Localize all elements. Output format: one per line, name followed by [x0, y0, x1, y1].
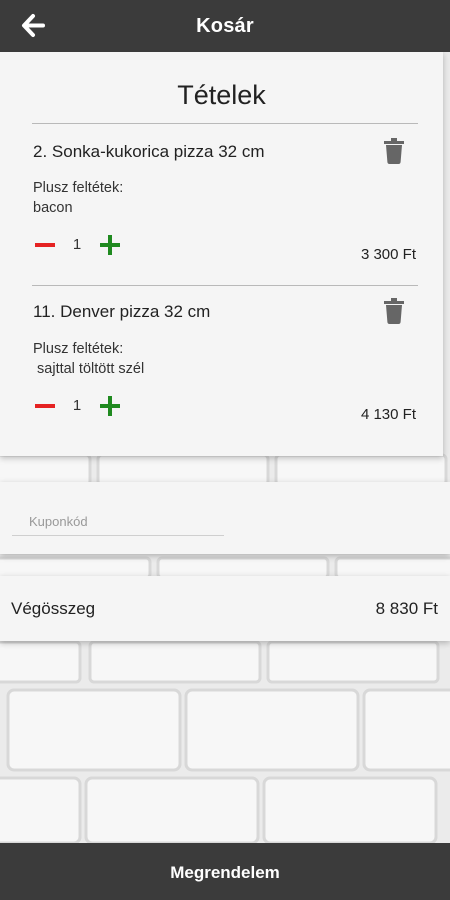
- place-order-label: Megrendelem: [170, 862, 280, 882]
- item-price: 3 300 Ft: [360, 246, 416, 263]
- decrease-quantity-button[interactable]: [33, 233, 57, 257]
- plus-icon: [100, 396, 120, 416]
- delete-item-button[interactable]: [382, 138, 406, 164]
- divider: [32, 285, 418, 286]
- extras-label: Plusz feltétek:: [33, 180, 124, 196]
- increase-quantity-button[interactable]: [97, 232, 123, 258]
- quantity-value: 1: [72, 236, 82, 253]
- cart-item-name: 11. Denver pizza 32 cm: [33, 302, 211, 321]
- extras-value: bacon: [33, 200, 73, 216]
- trash-icon: [384, 138, 404, 164]
- app-header: Kosár: [0, 0, 450, 52]
- delete-item-button[interactable]: [382, 298, 406, 324]
- minus-icon: [35, 243, 55, 247]
- quantity-value: 1: [72, 397, 82, 414]
- total-label: Végösszeg: [11, 599, 96, 618]
- item-price: 4 130 Ft: [360, 406, 416, 423]
- total-value: 8 830 Ft: [375, 599, 438, 618]
- cart-items-card: Tételek 2. Sonka-kukorica pizza 32 cm Pl…: [0, 52, 443, 456]
- coupon-code-input[interactable]: [12, 508, 224, 536]
- increase-quantity-button[interactable]: [97, 393, 123, 419]
- page-title: Kosár: [196, 14, 254, 37]
- extras-value: sajttal töltött szél: [33, 361, 145, 377]
- extras-label: Plusz feltétek:: [33, 341, 124, 357]
- trash-icon: [384, 298, 404, 324]
- arrow-left-icon: [22, 14, 45, 37]
- cart-item-name: 2. Sonka-kukorica pizza 32 cm: [33, 142, 265, 161]
- divider: [32, 123, 418, 124]
- items-section-title: Tételek: [177, 80, 266, 110]
- place-order-button[interactable]: Megrendelem: [0, 843, 450, 900]
- minus-icon: [35, 404, 55, 408]
- back-button[interactable]: [20, 12, 48, 40]
- plus-icon: [100, 235, 120, 255]
- decrease-quantity-button[interactable]: [33, 394, 57, 418]
